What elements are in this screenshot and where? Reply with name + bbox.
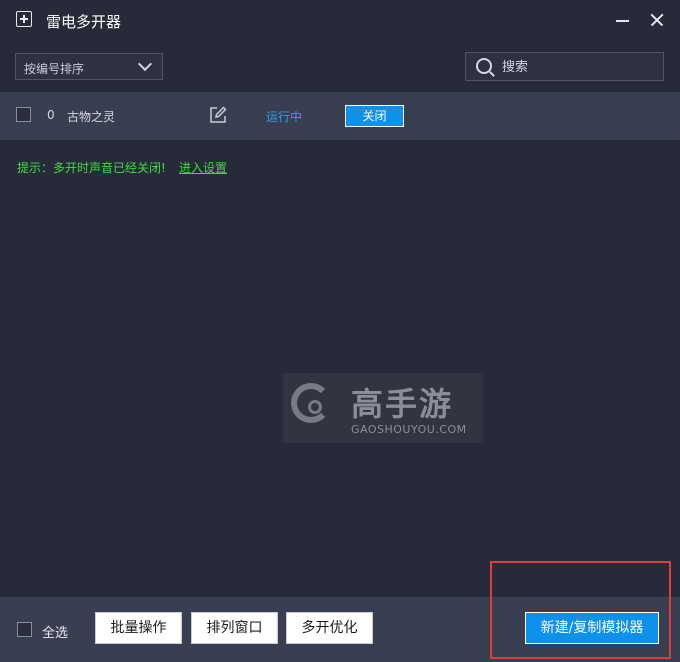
multi-instance-app-icon — [16, 11, 32, 27]
watermark-logo: 高手游 GAOSHOUYOU.COM — [283, 373, 483, 443]
watermark-domain: GAOSHOUYOU.COM — [351, 423, 467, 436]
new-copy-emulator-button[interactable]: 新建/复制模拟器 — [525, 612, 659, 644]
edit-icon[interactable] — [209, 106, 227, 124]
instance-name: 古物之灵 — [67, 110, 116, 124]
sort-dropdown-value: 按编号排序 — [24, 62, 85, 76]
chevron-down-icon — [137, 56, 153, 72]
search-icon — [476, 58, 492, 74]
batch-operation-button[interactable]: 批量操作 — [95, 612, 182, 644]
search-input[interactable] — [500, 57, 659, 77]
select-all-label: 全选 — [42, 626, 69, 641]
app-title: 雷电多开器 — [46, 13, 122, 31]
watermark-name: 高手游 — [351, 385, 454, 423]
instance-row: 0 古物之灵 运行中 关闭 — [0, 92, 680, 140]
multi-optimize-button[interactable]: 多开优化 — [286, 612, 373, 644]
instance-close-button[interactable]: 关闭 — [345, 105, 404, 127]
instance-index: 0 — [47, 108, 55, 122]
title-bar: 雷电多开器 — [0, 0, 680, 42]
search-box[interactable] — [465, 52, 664, 81]
close-window-button[interactable] — [645, 8, 669, 32]
footer-toolbar: 全选 批量操作 排列窗口 多开优化 新建/复制模拟器 — [0, 597, 680, 662]
g-logo-icon — [291, 383, 331, 423]
instance-status: 运行中 — [266, 110, 303, 124]
instance-checkbox[interactable] — [16, 107, 31, 122]
arrange-windows-button[interactable]: 排列窗口 — [191, 612, 278, 644]
enter-settings-link[interactable]: 进入设置 — [179, 159, 227, 176]
minimize-button[interactable] — [610, 8, 634, 32]
sort-dropdown[interactable]: 按编号排序 — [15, 53, 163, 80]
select-all-checkbox[interactable] — [17, 622, 32, 637]
hint-text: 提示：多开时声音已经关闭! — [17, 161, 166, 175]
